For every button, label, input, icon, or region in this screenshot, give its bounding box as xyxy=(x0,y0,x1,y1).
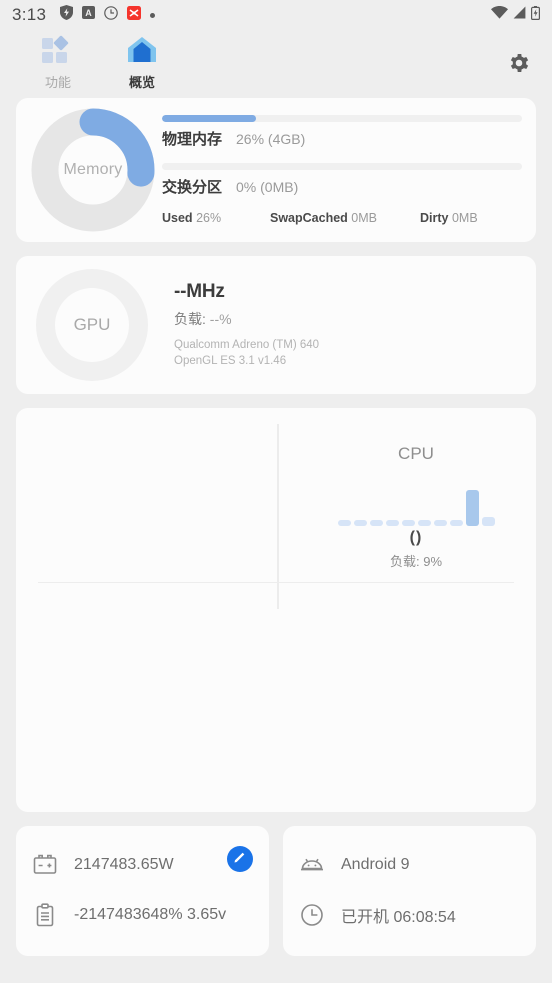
swap-memory-bar xyxy=(162,163,522,170)
cpu-load-label: 负载: xyxy=(389,554,420,569)
svg-text:A: A xyxy=(86,8,93,18)
clock-icon xyxy=(104,5,119,25)
gpu-renderer-info: Qualcomm Adreno (TM) 640 OpenGL ES 3.1 v… xyxy=(174,338,319,369)
gear-icon xyxy=(507,51,531,80)
android-version-row[interactable]: Android 9 xyxy=(299,840,520,890)
gpu-api-version: OpenGL ES 3.1 v1.46 xyxy=(174,354,287,367)
memory-donut-label: Memory xyxy=(63,161,123,178)
red-app-icon xyxy=(127,5,142,25)
cpu-frequency-list: () xyxy=(409,529,423,546)
memory-stats-row: Used 26% SwapCached 0MB Dirty 0MB xyxy=(162,211,522,225)
physical-memory-bar-fill xyxy=(162,115,256,122)
battery-card[interactable]: 2147483.65W -2147483648% 3.65v xyxy=(16,826,269,956)
globe-icon xyxy=(299,954,325,956)
wifi-icon xyxy=(491,6,508,24)
gpu-donut-chart: GPU xyxy=(36,269,148,381)
tab-overview[interactable]: 概览 xyxy=(100,34,184,91)
cpu-load-value: 9% xyxy=(423,554,443,569)
physical-memory-row: 物理内存 26% (4GB) xyxy=(162,128,522,149)
gpu-load-row: 负载: --% xyxy=(174,309,319,329)
status-bar-system-icons xyxy=(491,5,541,25)
cell-signal-icon xyxy=(513,6,526,24)
cpu-core-bar xyxy=(369,520,383,526)
clipboard-icon xyxy=(32,903,58,927)
pencil-icon xyxy=(233,850,247,869)
official-site-row[interactable]: 访问Scene官网 xyxy=(299,940,520,956)
physical-memory-label: 物理内存 xyxy=(162,131,223,148)
gpu-frequency: --MHz xyxy=(174,280,225,302)
shield-icon xyxy=(60,5,74,25)
swap-memory-row: 交换分区 0% (0MB) xyxy=(162,176,522,197)
memory-stat-dirty: Dirty 0MB xyxy=(420,211,478,225)
cpu-load-row: 负载: 9% xyxy=(297,551,535,570)
tab-functions[interactable]: 功能 xyxy=(16,34,100,91)
gpu-load-label: 负载: xyxy=(174,310,206,327)
system-card[interactable]: Android 9 已开机 06:08:54 访问Scene官网 xyxy=(283,826,536,956)
gpu-renderer: Qualcomm Adreno (TM) 640 xyxy=(174,338,320,351)
battery-terminal-icon xyxy=(32,854,58,876)
home-icon xyxy=(125,34,159,69)
gpu-card[interactable]: GPU --MHz 负载: --% Qualcomm Adreno (TM) 6… xyxy=(16,256,536,394)
cpu-core-bar xyxy=(433,520,447,526)
memory-donut-chart: Memory xyxy=(30,107,156,233)
cpu-core-bar xyxy=(385,520,399,526)
swap-memory-label: 交换分区 xyxy=(162,179,223,196)
physical-memory-bar xyxy=(162,115,522,122)
status-bar-notification-icons: A xyxy=(60,5,156,25)
cpu-core-bar xyxy=(465,490,479,526)
battery-power-row[interactable]: 2147483.65W xyxy=(32,840,253,890)
tab-overview-label: 概览 xyxy=(128,75,155,90)
battery-temperature-row[interactable]: 32.2°C xyxy=(32,940,253,956)
swap-memory-value: 0% (0MB) xyxy=(236,179,299,195)
android-version-value: Android 9 xyxy=(341,856,410,873)
memory-details: 物理内存 26% (4GB) 交换分区 0% (0MB) Used 26% Sw… xyxy=(156,115,522,225)
android-icon xyxy=(299,856,325,874)
cpu-core-bar xyxy=(353,520,367,526)
battery-level-value: -2147483648% 3.65v xyxy=(74,906,227,923)
cpu-core-bar xyxy=(417,520,431,526)
gpu-donut-label: GPU xyxy=(73,315,111,334)
memory-stat-swapcached: SwapCached 0MB xyxy=(270,211,377,225)
cpu-chart-block: CPU () 负载: 9% xyxy=(297,444,535,570)
cpu-chart-title: CPU xyxy=(398,444,434,463)
memory-stat-used: Used 26% xyxy=(162,211,222,225)
dot-icon xyxy=(150,12,156,18)
battery-power-value: 2147483.65W xyxy=(74,856,174,873)
battery-icon xyxy=(531,5,541,25)
battery-level-row[interactable]: -2147483648% 3.65v xyxy=(32,890,253,940)
uptime-value: 已开机 06:08:54 xyxy=(341,909,456,926)
gpu-details: --MHz 负载: --% Qualcomm Adreno (TM) 640 O… xyxy=(148,281,319,369)
cpu-core-bar xyxy=(337,520,351,526)
settings-button[interactable] xyxy=(502,48,536,82)
physical-memory-value: 26% (4GB) xyxy=(236,131,306,147)
cpu-core-bar xyxy=(481,517,495,526)
spike-chart-icon xyxy=(32,955,58,956)
edit-button[interactable] xyxy=(227,846,253,872)
cpu-core-bar-chart xyxy=(297,478,535,526)
status-bar: 3:13 A xyxy=(0,0,552,30)
cpu-core-bar xyxy=(449,520,463,526)
uptime-row[interactable]: 已开机 06:08:54 xyxy=(299,890,520,940)
clock-icon xyxy=(299,903,325,927)
bottom-cards-row: 2147483.65W -2147483648% 3.65v Android 9… xyxy=(16,826,536,956)
cpu-card[interactable]: CPU () 负载: 9% xyxy=(16,408,536,812)
status-bar-clock: 3:13 xyxy=(12,5,47,24)
grid-diamond-icon xyxy=(41,34,75,69)
official-site-label: 访问Scene官网 xyxy=(341,953,450,956)
cpu-core-bar xyxy=(401,520,415,526)
top-navigation: 功能 概览 xyxy=(0,30,552,98)
gpu-load-value: --% xyxy=(209,310,232,327)
tab-functions-label: 功能 xyxy=(44,75,71,90)
a-box-icon: A xyxy=(82,6,96,24)
memory-card[interactable]: Memory 物理内存 26% (4GB) 交换分区 0% (0MB) Used… xyxy=(16,98,536,242)
cpu-horizontal-divider xyxy=(38,582,514,583)
